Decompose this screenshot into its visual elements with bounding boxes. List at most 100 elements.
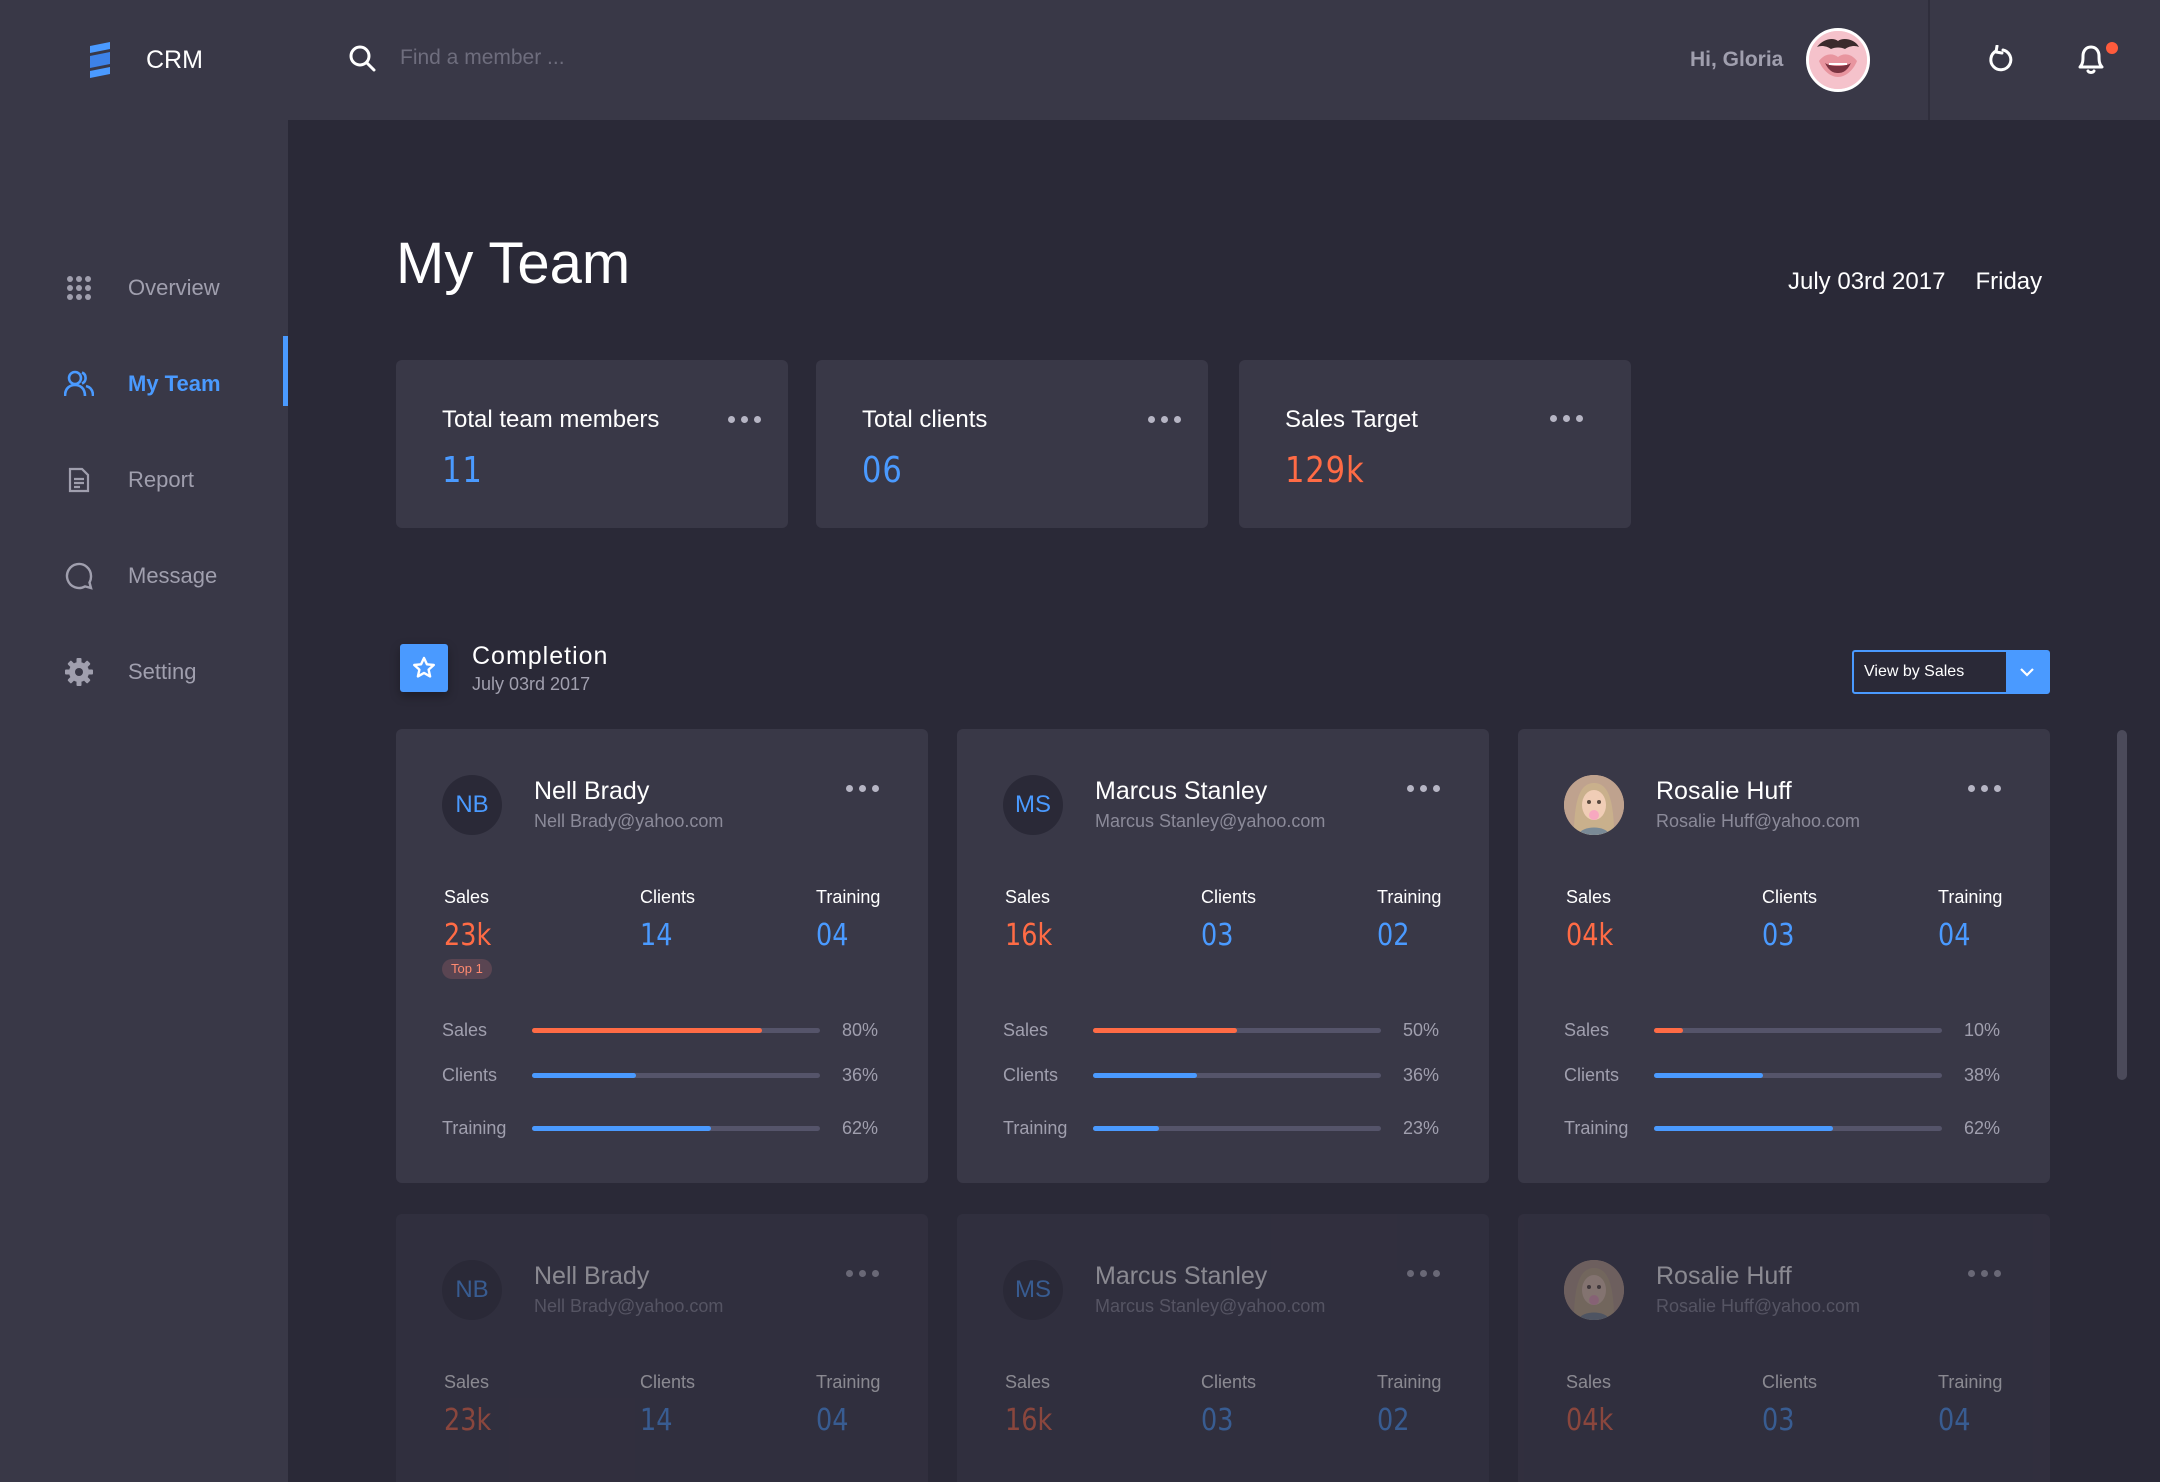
stat-header: Training <box>816 887 881 907</box>
training-stat: Training 02 <box>1377 1372 1441 1438</box>
sales-stat: Sales 23k <box>444 1372 500 1438</box>
stat-card-team-members[interactable]: Total team members 11 <box>396 360 788 528</box>
member-card[interactable]: MS Marcus Stanley Marcus Stanley@yahoo.c… <box>957 1214 1489 1484</box>
stat-header: Sales <box>1566 887 1612 907</box>
progress-label: Clients <box>1564 1064 1620 1085</box>
rank-badge: Top 1 <box>442 959 492 979</box>
app-name: CRM <box>146 45 203 74</box>
progress-row-clients: Clients 38% <box>1564 1063 2014 1087</box>
gear-icon <box>64 657 94 687</box>
page-title: My Team <box>396 231 631 296</box>
member-card[interactable]: Rosalie Huff Rosalie Huff@yahoo.com Sale… <box>1518 1214 2050 1484</box>
progress-fill <box>1093 1125 1160 1131</box>
member-name: Rosalie Huff <box>1656 1262 1792 1290</box>
stat-label: Sales Target <box>1285 406 1418 433</box>
progress-row-sales: Sales 80% <box>442 1018 892 1042</box>
more-options-icon[interactable] <box>1148 416 1181 423</box>
clients-stat: Clients 03 <box>1762 1372 1817 1438</box>
progress-fill <box>1093 1027 1237 1033</box>
more-options-icon[interactable] <box>846 785 879 792</box>
progress-row-training: Training 62% <box>1564 1116 2014 1140</box>
progress-track <box>1093 1125 1381 1131</box>
chevron-down-icon[interactable] <box>2006 652 2048 692</box>
training-stat: Training 04 <box>1938 1372 2002 1438</box>
progress-track <box>1093 1072 1381 1078</box>
avatar: NB <box>442 775 502 835</box>
section-title: Completion <box>472 642 609 670</box>
progress-track <box>1093 1027 1381 1033</box>
team-icon <box>64 369 94 399</box>
search-icon[interactable] <box>348 44 376 72</box>
sidebar-item-message[interactable]: Message <box>0 528 288 624</box>
crm-logo-icon <box>90 42 110 78</box>
sidebar-item-label: Setting <box>128 659 197 684</box>
stat-header: Training <box>1377 1372 1442 1392</box>
stat-value: 03 <box>1201 918 1234 953</box>
bell-icon[interactable] <box>2074 42 2108 76</box>
progress-row-sales: Sales 10% <box>1564 1018 2014 1042</box>
progress-track <box>532 1027 820 1033</box>
brand[interactable]: CRM <box>84 40 203 80</box>
stat-header: Training <box>816 1372 881 1392</box>
sidebar-item-overview[interactable]: Overview <box>0 240 288 336</box>
progress-fill <box>532 1072 636 1078</box>
stat-value: 14 <box>640 918 673 953</box>
stat-value: 04 <box>816 1403 849 1438</box>
refresh-icon[interactable] <box>1986 45 2016 75</box>
avatar <box>1564 775 1624 835</box>
member-name: Nell Brady <box>534 777 650 805</box>
more-options-icon[interactable] <box>846 1270 879 1277</box>
progress-percent: 23% <box>1403 1117 1440 1138</box>
progress-row-clients: Clients 36% <box>1003 1063 1453 1087</box>
more-options-icon[interactable] <box>1407 785 1440 792</box>
member-card[interactable]: NB Nell Brady Nell Brady@yahoo.com Sales… <box>396 1214 928 1484</box>
avatar: MS <box>1003 1260 1063 1320</box>
search-input[interactable] <box>400 46 800 70</box>
stat-card-sales-target[interactable]: Sales Target 129k <box>1239 360 1631 528</box>
sidebar-item-my-team[interactable]: My Team <box>0 336 288 432</box>
view-by-select[interactable]: View by Sales <box>1852 650 2050 694</box>
progress-fill <box>532 1027 763 1033</box>
progress-label: Sales <box>442 1019 488 1040</box>
progress-track <box>532 1072 820 1078</box>
sales-stat: Sales 04k <box>1566 1372 1622 1438</box>
clients-stat: Clients 03 <box>1762 887 1817 953</box>
member-card[interactable]: Rosalie Huff Rosalie Huff@yahoo.com Sale… <box>1518 729 2050 1183</box>
sidebar-item-setting[interactable]: Setting <box>0 624 288 720</box>
sidebar-item-label: Report <box>128 467 195 492</box>
stat-value: 03 <box>1201 1403 1234 1438</box>
stat-header: Training <box>1938 1372 2003 1392</box>
progress-label: Training <box>442 1117 507 1138</box>
training-stat: Training 04 <box>816 887 880 953</box>
progress-row-training: Training 23% <box>1003 1116 1453 1140</box>
more-options-icon[interactable] <box>728 416 761 423</box>
stat-card-clients[interactable]: Total clients 06 <box>816 360 1208 528</box>
stat-header: Clients <box>640 887 696 907</box>
progress-label: Sales <box>1564 1019 1610 1040</box>
progress-track <box>1654 1125 1942 1131</box>
sidebar-item-report[interactable]: Report <box>0 432 288 528</box>
greeting: Hi, Gloria <box>1690 48 1784 71</box>
more-options-icon[interactable] <box>1968 785 2001 792</box>
stat-value: 16k <box>1005 1403 1053 1438</box>
progress-row-training: Training 62% <box>442 1116 892 1140</box>
progress-track <box>532 1125 820 1131</box>
clients-stat: Clients 14 <box>640 1372 695 1438</box>
sidebar-nav: Overview My Team Report Message Setting <box>0 240 288 720</box>
select-value: View by Sales <box>1864 663 1965 680</box>
more-options-icon[interactable] <box>1968 1270 2001 1277</box>
scrollbar[interactable] <box>2117 730 2127 1080</box>
avatar[interactable] <box>1806 28 1870 92</box>
progress-label: Sales <box>1003 1019 1049 1040</box>
member-card[interactable]: MS Marcus Stanley Marcus Stanley@yahoo.c… <box>957 729 1489 1183</box>
member-email: Rosalie Huff@yahoo.com <box>1656 811 1861 831</box>
training-stat: Training 04 <box>816 1372 880 1438</box>
progress-label: Training <box>1003 1117 1068 1138</box>
more-options-icon[interactable] <box>1550 415 1583 422</box>
top-header: Hi, Gloria <box>288 0 2160 120</box>
member-card[interactable]: NB Nell Brady Nell Brady@yahoo.com Sales… <box>396 729 928 1183</box>
avatar <box>1564 1260 1624 1320</box>
sidebar-item-label: My Team <box>128 371 221 396</box>
more-options-icon[interactable] <box>1407 1270 1440 1277</box>
stat-label: Total clients <box>862 406 988 433</box>
